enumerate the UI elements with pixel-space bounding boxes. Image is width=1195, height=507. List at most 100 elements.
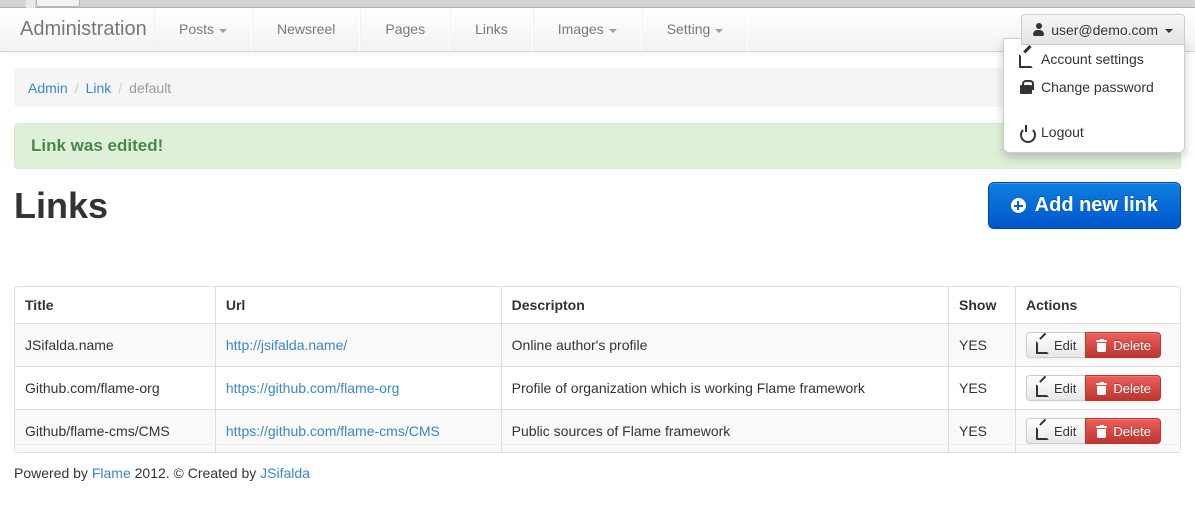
edit-button[interactable]: Edit — [1026, 332, 1085, 358]
table-row: Github/flame-cms/CMS https://github.com/… — [15, 409, 1180, 452]
edit-icon — [1036, 382, 1049, 395]
links-table-wrapper: Title Url Descripton Show Actions JSifal… — [14, 286, 1181, 453]
navbar-brand[interactable]: Administration — [10, 8, 157, 51]
chevron-down-icon — [1165, 29, 1173, 33]
column-header-actions: Actions — [1015, 287, 1180, 323]
page-title: Links — [14, 180, 108, 232]
edit-icon — [1036, 339, 1049, 352]
menu-item-logout[interactable]: Logout — [1004, 118, 1184, 146]
cell-actions: Edit Delete — [1015, 409, 1180, 452]
cell-description: Online author's profile — [501, 323, 948, 366]
plus-circle-icon — [1011, 198, 1026, 213]
cell-title: Github.com/flame-org — [15, 366, 215, 409]
navbar-menu: Posts Newsreel Pages Links Images Settin… — [154, 8, 748, 51]
person-icon — [1033, 23, 1044, 36]
table-header-row: Title Url Descripton Show Actions — [15, 287, 1180, 323]
breadcrumb-separator: / — [111, 80, 129, 96]
alert-message: Link was edited! — [31, 136, 163, 156]
url-link[interactable]: https://github.com/flame-org — [226, 380, 400, 396]
footer-divider — [14, 444, 1181, 445]
table-row: Github.com/flame-org https://github.com/… — [15, 366, 1180, 409]
cell-title: Github/flame-cms/CMS — [15, 409, 215, 452]
user-email-label: user@demo.com — [1051, 22, 1158, 38]
delete-button[interactable]: Delete — [1085, 375, 1161, 401]
breadcrumb-separator: / — [68, 80, 86, 96]
browser-tab[interactable] — [36, 0, 80, 7]
delete-button-label: Delete — [1113, 339, 1151, 352]
browser-chrome-edge — [26, 0, 35, 8]
table-body: JSifalda.name http://jsifalda.name/ Onli… — [15, 323, 1180, 452]
menu-item-account-settings[interactable]: Account settings — [1004, 45, 1184, 73]
nav-item-links[interactable]: Links — [450, 8, 533, 51]
cell-url: http://jsifalda.name/ — [215, 323, 501, 366]
column-header-title: Title — [15, 287, 215, 323]
edit-button-label: Edit — [1054, 382, 1076, 395]
page-header: Links Add new link — [14, 180, 1181, 242]
delete-button-label: Delete — [1113, 382, 1151, 395]
edit-button[interactable]: Edit — [1026, 375, 1085, 401]
cell-actions: Edit Delete — [1015, 366, 1180, 409]
edit-button-label: Edit — [1054, 425, 1076, 438]
column-header-show: Show — [948, 287, 1015, 323]
trash-icon — [1095, 425, 1108, 438]
nav-item-label: Pages — [385, 8, 425, 51]
breadcrumb-item-current: default — [129, 80, 171, 96]
breadcrumb-item-link[interactable]: Link — [86, 80, 112, 96]
delete-button[interactable]: Delete — [1085, 418, 1161, 444]
url-link[interactable]: http://jsifalda.name/ — [226, 337, 347, 353]
nav-item-label: Images — [558, 8, 604, 51]
menu-divider — [1005, 109, 1183, 110]
cell-description: Public sources of Flame framework — [501, 409, 948, 452]
chevron-down-icon — [715, 29, 723, 33]
nav-item-label: Links — [475, 8, 508, 51]
edit-icon — [1036, 425, 1049, 438]
footer-flame-link[interactable]: Flame — [92, 465, 131, 481]
links-table: Title Url Descripton Show Actions JSifal… — [14, 286, 1181, 453]
nav-item-newsreel[interactable]: Newsreel — [252, 8, 360, 51]
menu-item-change-password[interactable]: Change password — [1004, 73, 1184, 101]
nav-item-setting[interactable]: Setting — [642, 8, 749, 51]
trash-icon — [1095, 339, 1108, 352]
menu-item-label: Logout — [1041, 122, 1084, 142]
cell-show: YES — [948, 323, 1015, 366]
row-action-group: Edit Delete — [1026, 418, 1161, 444]
row-action-group: Edit Delete — [1026, 375, 1161, 401]
browser-chrome-strip — [0, 0, 1195, 8]
nav-item-pages[interactable]: Pages — [360, 8, 450, 51]
nav-item-posts[interactable]: Posts — [154, 8, 252, 51]
cell-show: YES — [948, 366, 1015, 409]
column-header-description: Descripton — [501, 287, 948, 323]
add-new-link-label: Add new link — [1035, 194, 1158, 217]
lock-icon — [1019, 80, 1033, 94]
table-row: JSifalda.name http://jsifalda.name/ Onli… — [15, 323, 1180, 366]
footer-prefix: Powered by — [14, 465, 88, 481]
nav-item-label: Newsreel — [277, 8, 335, 51]
cell-title: JSifalda.name — [15, 323, 215, 366]
breadcrumb-item-admin[interactable]: Admin — [28, 80, 68, 96]
nav-item-label: Posts — [179, 8, 214, 51]
edit-button[interactable]: Edit — [1026, 418, 1085, 444]
user-dropdown-menu: Account settings Change password Logout — [1003, 38, 1185, 153]
menu-item-label: Change password — [1041, 77, 1154, 97]
page-root: Administration Posts Newsreel Pages Link… — [0, 0, 1195, 507]
user-menu-button[interactable]: user@demo.com — [1021, 14, 1185, 45]
add-new-link-button[interactable]: Add new link — [988, 182, 1181, 229]
cell-description: Profile of organization which is working… — [501, 366, 948, 409]
chevron-down-icon — [609, 29, 617, 33]
footer-author-link[interactable]: JSifalda — [260, 465, 310, 481]
nav-item-images[interactable]: Images — [533, 8, 642, 51]
chevron-down-icon — [219, 29, 227, 33]
cell-url: https://github.com/flame-cms/CMS — [215, 409, 501, 452]
footer-middle: 2012. © Created by — [135, 465, 257, 481]
delete-button-label: Delete — [1113, 425, 1151, 438]
cell-show: YES — [948, 409, 1015, 452]
row-action-group: Edit Delete — [1026, 332, 1161, 358]
trash-icon — [1095, 382, 1108, 395]
footer: Powered by Flame 2012. © Created by JSif… — [14, 463, 310, 483]
delete-button[interactable]: Delete — [1085, 332, 1161, 358]
power-icon — [1019, 125, 1033, 139]
url-link[interactable]: https://github.com/flame-cms/CMS — [226, 423, 440, 439]
cell-actions: Edit Delete — [1015, 323, 1180, 366]
column-header-url: Url — [215, 287, 501, 323]
table-head: Title Url Descripton Show Actions — [15, 287, 1180, 323]
